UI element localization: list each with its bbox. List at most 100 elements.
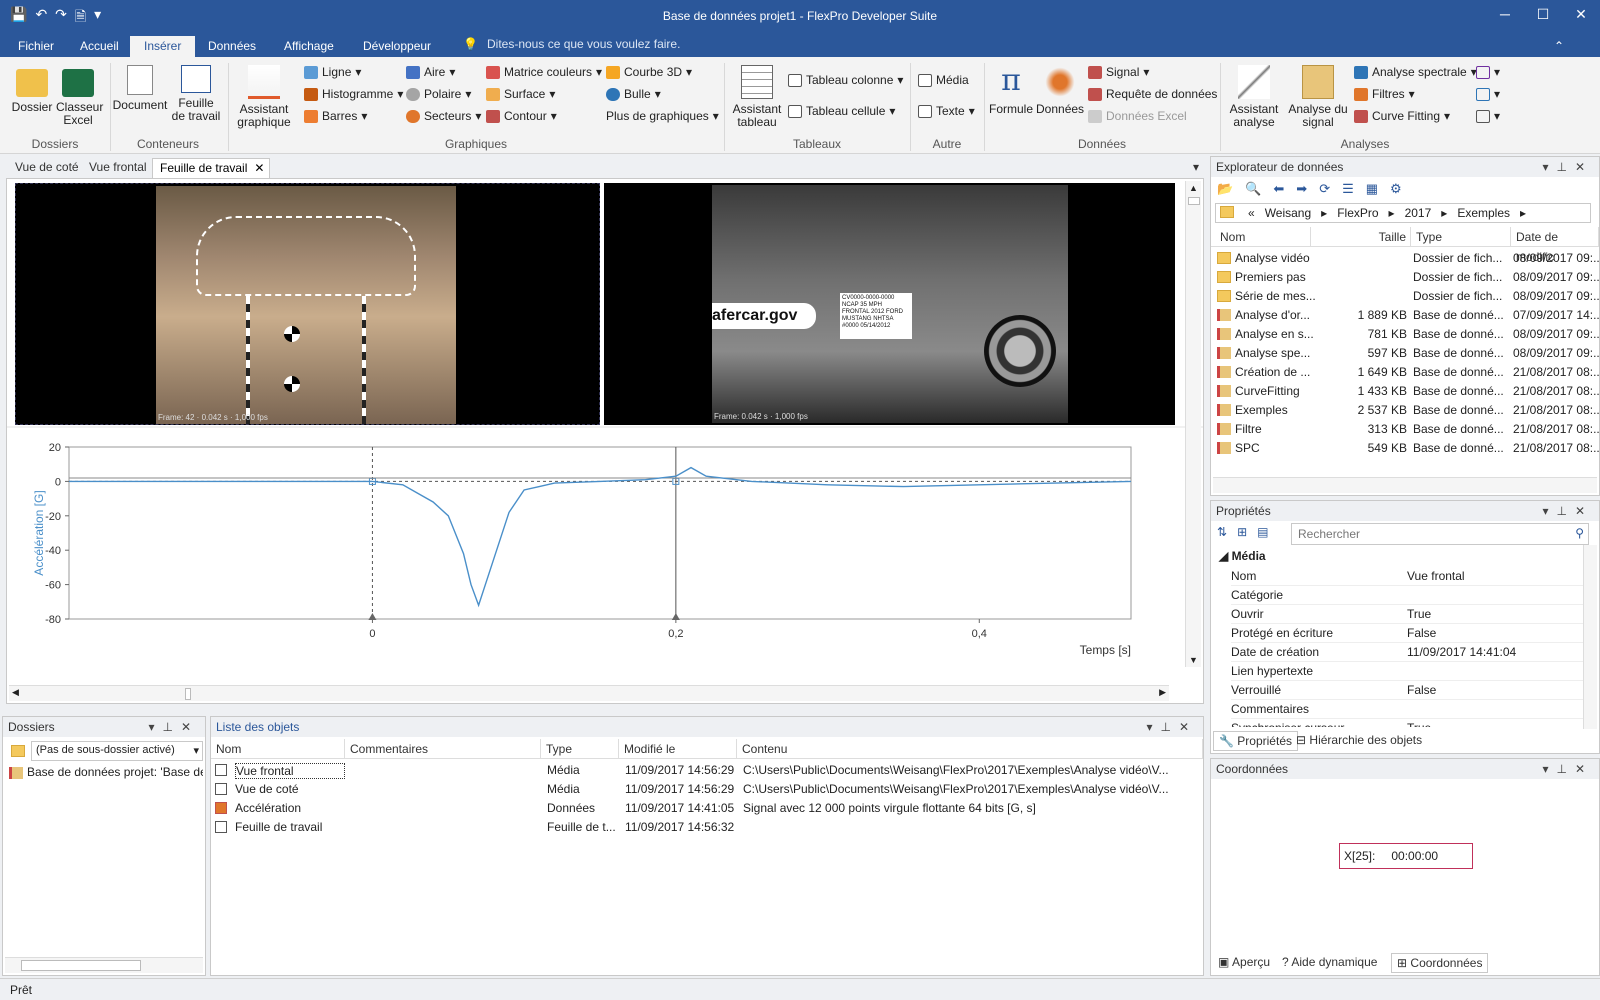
tab-accueil[interactable]: Accueil — [66, 36, 133, 57]
object-row[interactable]: Vue frontal Média 11/09/2017 14:56:29 C:\Us… — [211, 761, 1203, 780]
donnees-excel-button[interactable]: Données Excel — [1088, 109, 1187, 123]
tab-fichier[interactable]: Fichier — [4, 36, 68, 57]
ligne-button[interactable]: Ligne ▾ — [304, 65, 361, 79]
tab-feuille-de-travail[interactable]: Feuille de travail ✕ — [152, 158, 271, 178]
requete-button[interactable]: Requête de données — [1088, 87, 1217, 101]
signal-button[interactable]: Signal ▾ — [1088, 65, 1149, 79]
scrollbar-thumb[interactable] — [21, 960, 141, 971]
curve-fitting-button[interactable]: Curve Fitting ▾ — [1354, 109, 1450, 123]
section-media[interactable]: ◢ Média — [1219, 549, 1266, 563]
panel-controls-icon[interactable]: ▾⊥✕ — [1146, 720, 1197, 734]
tell-me-input[interactable]: Dites-nous ce que vous voulez faire. — [487, 37, 680, 51]
tab-coordonnees[interactable]: ⊞ Coordonnées — [1391, 953, 1489, 973]
classeur-excel-button[interactable]: Classeur Excel — [56, 65, 103, 127]
minimize-button[interactable]: ─ — [1490, 6, 1520, 22]
forward-icon[interactable]: ➡ — [1296, 181, 1307, 197]
properties-search-input[interactable]: Rechercher ⚲ — [1291, 523, 1589, 545]
extra-analysis-3-button[interactable]: ▾ — [1476, 109, 1500, 123]
breadcrumb-exemples[interactable]: Exemples — [1457, 206, 1510, 220]
explorer-row[interactable]: Création de ... 1 649 KB Base de donné... 2… — [1211, 363, 1599, 382]
analyse-spectrale-button[interactable]: Analyse spectrale ▾ — [1354, 65, 1477, 79]
scrollbar-thumb[interactable] — [1188, 197, 1200, 205]
scroll-right-icon[interactable]: ▶ — [1159, 687, 1166, 698]
matrice-couleurs-button[interactable]: Matrice couleurs ▾ — [486, 65, 602, 79]
explorer-row[interactable]: SPC 549 KB Base de donné... 21/08/2017 08:.… — [1211, 439, 1599, 458]
barres-button[interactable]: Barres ▾ — [304, 109, 367, 123]
contour-button[interactable]: Contour ▾ — [486, 109, 557, 123]
column-nom[interactable]: Nom — [211, 739, 345, 759]
close-button[interactable]: ✕ — [1566, 6, 1596, 23]
tab-list-chevron-icon[interactable]: ▾ — [1186, 158, 1206, 178]
acceleration-chart[interactable]: 200-20-40-60-800 0,2 0,4 Accélération [G] … — [7, 179, 1203, 703]
property-row[interactable]: Verrouillé False — [1231, 681, 1583, 700]
column-modifie[interactable]: Modifié le — [619, 739, 737, 759]
scroll-left-icon[interactable]: ◀ — [12, 687, 19, 698]
polaire-button[interactable]: Polaire ▾ — [406, 87, 471, 101]
property-row[interactable]: Ouvrir True — [1231, 605, 1583, 624]
scroll-down-icon[interactable]: ▼ — [1189, 655, 1198, 665]
histogramme-button[interactable]: Histogramme ▾ — [304, 87, 403, 101]
formule-button[interactable]: π Formule — [988, 65, 1034, 116]
column-nom[interactable]: Nom — [1215, 227, 1311, 247]
extra-analysis-1-button[interactable]: ▾ — [1476, 65, 1500, 79]
search-icon[interactable]: 🔍 — [1245, 181, 1261, 197]
maximize-button[interactable]: ☐ — [1528, 6, 1558, 23]
breadcrumb[interactable]: « Weisang ▸ FlexPro ▸ 2017 ▸ Exemples ▸ — [1215, 203, 1591, 223]
breadcrumb-back[interactable]: « — [1248, 206, 1255, 220]
media-button[interactable]: Média — [918, 73, 969, 87]
breadcrumb-flexpro[interactable]: FlexPro — [1337, 206, 1378, 220]
property-row[interactable]: Nom Vue frontal — [1231, 567, 1583, 586]
column-commentaires[interactable]: Commentaires — [345, 739, 541, 759]
property-row[interactable]: Lien hypertexte — [1231, 662, 1583, 681]
donnees-button[interactable]: Données — [1036, 65, 1084, 116]
explorer-row[interactable]: Premiers pas Dossier de fich... 08/09/2017… — [1211, 268, 1599, 287]
project-database-item[interactable]: Base de données projet: 'Base de c — [9, 765, 203, 779]
panel-controls-icon[interactable]: ▾⊥✕ — [148, 720, 199, 734]
object-row[interactable]: Vue de coté Média 11/09/2017 14:56:29 C:\Us… — [211, 780, 1203, 799]
explorer-horizontal-scrollbar[interactable] — [1213, 477, 1597, 493]
assistant-tableau-button[interactable]: Assistant tableau — [730, 65, 784, 129]
column-date[interactable]: Date de modific — [1511, 227, 1599, 264]
dossiers-scrollbar[interactable] — [5, 957, 203, 973]
collapse-ribbon-icon[interactable]: ⌃ — [1550, 36, 1568, 57]
scrollbar-thumb[interactable] — [185, 688, 191, 700]
secteurs-button[interactable]: Secteurs ▾ — [406, 109, 481, 123]
document-button[interactable]: Document — [112, 65, 168, 112]
explorer-row[interactable]: Analyse spe... 597 KB Base de donné... 08/0… — [1211, 344, 1599, 363]
worksheet-vertical-scrollbar[interactable]: ▲ ▼ — [1185, 181, 1201, 667]
assistant-graphique-button[interactable]: Assistant graphique — [234, 65, 294, 129]
subfolder-select[interactable]: (Pas de sous-dossier activé) ▾ — [31, 741, 203, 761]
panel-controls-icon[interactable]: ▾⊥✕ — [1542, 504, 1593, 518]
property-row[interactable]: Protégé en écriture False — [1231, 624, 1583, 643]
surface-button[interactable]: Surface ▾ — [486, 87, 555, 101]
tab-aide-dynamique[interactable]: ? Aide dynamique — [1277, 953, 1382, 973]
back-icon[interactable]: ⬅ — [1273, 181, 1284, 197]
worksheet-horizontal-scrollbar[interactable]: ◀ ▶ — [9, 685, 1169, 701]
tab-vue-de-cote[interactable]: Vue de coté — [8, 158, 86, 178]
panel-controls-icon[interactable]: ▾⊥✕ — [1542, 762, 1593, 776]
tab-vue-frontal[interactable]: Vue frontal — [82, 158, 154, 178]
chevron-down-icon[interactable]: ▾ — [193, 744, 199, 757]
bulle-button[interactable]: Bulle ▾ — [606, 87, 661, 101]
breadcrumb-weisang[interactable]: Weisang — [1265, 206, 1311, 220]
tab-proprietes[interactable]: 🔧 Propriétés — [1213, 731, 1298, 751]
refresh-icon[interactable]: ⟳ — [1319, 181, 1330, 197]
analyse-du-signal-button[interactable]: Analyse du signal — [1286, 65, 1350, 129]
column-type[interactable]: Type — [541, 739, 619, 759]
property-pages-icon[interactable]: ▤ — [1257, 525, 1268, 539]
search-icon[interactable]: ⚲ — [1575, 526, 1584, 540]
column-contenu[interactable]: Contenu — [737, 739, 1203, 759]
tab-developpeur[interactable]: Développeur — [349, 36, 445, 57]
column-taille[interactable]: Taille — [1311, 227, 1411, 247]
gear-icon[interactable]: ⚙ — [1390, 181, 1402, 197]
grid-icon[interactable]: ▦ — [1366, 181, 1378, 197]
courbe-3d-button[interactable]: Courbe 3D ▾ — [606, 65, 692, 79]
explorer-row[interactable]: Analyse en s... 781 KB Base de donné... 08/… — [1211, 325, 1599, 344]
assistant-analyse-button[interactable]: Assistant analyse — [1226, 65, 1282, 129]
property-row[interactable]: Synchroniser curseur True — [1231, 719, 1583, 727]
explorer-row[interactable]: Filtre 313 KB Base de donné... 21/08/2017 0… — [1211, 420, 1599, 439]
tab-hierarchie[interactable]: ⊟ Hiérarchie des objets — [1291, 731, 1427, 751]
tableau-colonne-button[interactable]: Tableau colonne ▾ — [788, 73, 903, 87]
tab-inserer[interactable]: Insérer — [130, 36, 196, 57]
filtres-button[interactable]: Filtres ▾ — [1354, 87, 1415, 101]
